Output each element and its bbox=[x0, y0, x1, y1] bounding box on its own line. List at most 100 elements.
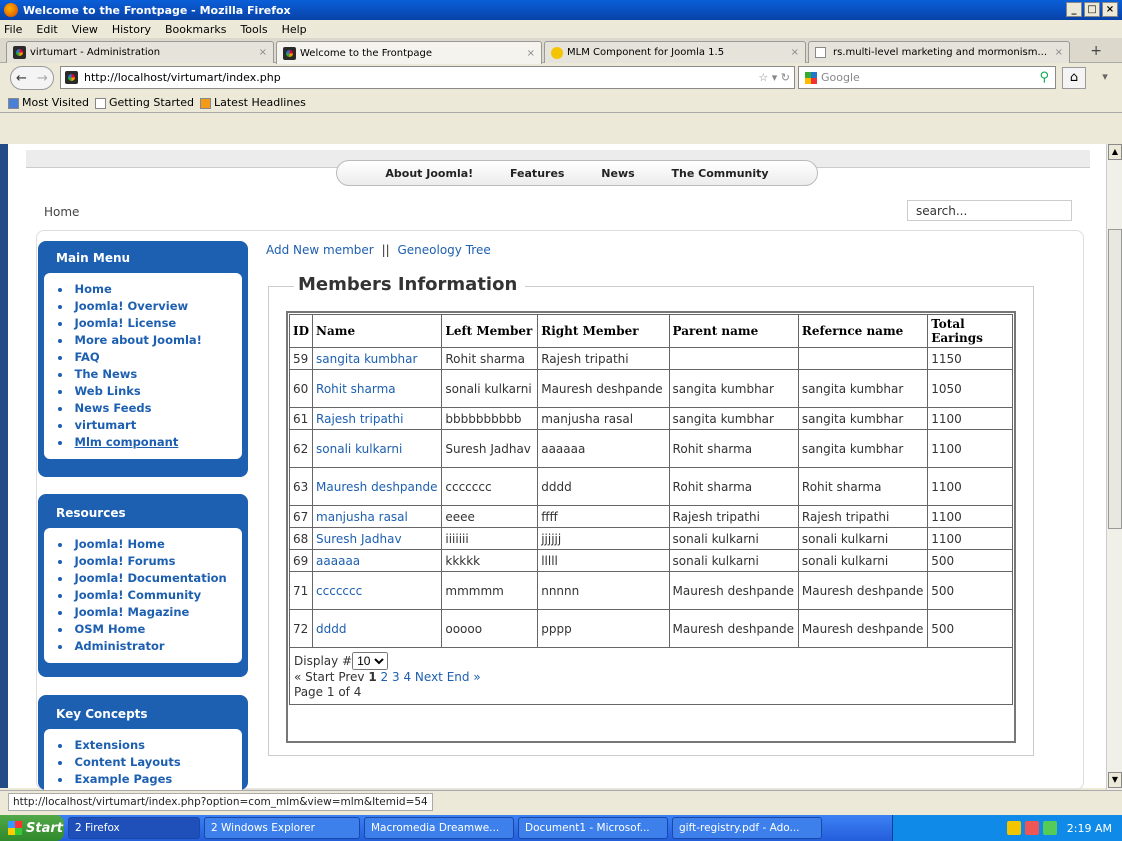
cell-parent-name: Mauresh deshpande bbox=[668, 571, 799, 610]
main-menu-item-the-news[interactable]: The News bbox=[58, 366, 236, 383]
key-concepts-item-extensions[interactable]: Extensions bbox=[58, 737, 236, 754]
member-name-link[interactable]: Suresh Jadhav bbox=[316, 532, 402, 546]
minimize-button[interactable]: _ bbox=[1066, 2, 1082, 17]
bookmark-latest-headlines[interactable]: Latest Headlines bbox=[200, 96, 306, 109]
new-tab-icon[interactable]: + bbox=[1090, 43, 1102, 59]
topmenu-about[interactable]: About Joomla! bbox=[385, 167, 473, 180]
display-count-select[interactable]: 10 bbox=[352, 652, 389, 670]
resources-item-joomla-home[interactable]: Joomla! Home bbox=[58, 536, 236, 553]
menu-tools[interactable]: Tools bbox=[240, 23, 267, 36]
resources-item-administrator[interactable]: Administrator bbox=[58, 638, 236, 655]
tab-mlm-component[interactable]: MLM Component for Joomla 1.5 × bbox=[544, 41, 806, 63]
resources-item-joomla-forums[interactable]: Joomla! Forums bbox=[58, 553, 236, 570]
member-name-link[interactable]: aaaaaa bbox=[316, 554, 360, 568]
close-tab-icon[interactable]: × bbox=[1055, 47, 1063, 58]
tab-frontpage[interactable]: Welcome to the Frontpage × bbox=[276, 41, 542, 64]
scroll-thumb[interactable] bbox=[1108, 229, 1122, 529]
search-icon[interactable]: ⚲ bbox=[1039, 70, 1049, 85]
tray-icon[interactable] bbox=[1024, 821, 1039, 835]
menu-view[interactable]: View bbox=[72, 23, 98, 36]
close-tab-icon[interactable]: × bbox=[791, 47, 799, 58]
main-menu-item-home[interactable]: Home bbox=[58, 281, 236, 298]
start-button[interactable]: Start bbox=[0, 815, 64, 841]
member-name-link[interactable]: Mauresh deshpande bbox=[316, 480, 437, 494]
column-header-id: ID bbox=[288, 314, 314, 348]
bookmark-most-visited[interactable]: Most Visited bbox=[8, 96, 89, 109]
tab-rs-mlm[interactable]: rs.multi-level marketing and mormonism..… bbox=[808, 41, 1070, 63]
cell-right-member: manjusha rasal bbox=[537, 407, 670, 430]
task-dreamweaver[interactable]: Macromedia Dreamwe... bbox=[364, 817, 514, 839]
pager-page-2[interactable]: 2 bbox=[381, 670, 389, 684]
scroll-down-icon[interactable]: ▼ bbox=[1108, 772, 1122, 788]
menu-edit[interactable]: Edit bbox=[36, 23, 57, 36]
cell-parent-name: sangita kumbhar bbox=[668, 369, 799, 408]
member-name-link[interactable]: sonali kulkarni bbox=[316, 442, 402, 456]
task-acrobat[interactable]: gift-registry.pdf - Ado... bbox=[672, 817, 822, 839]
member-name-link[interactable]: dddd bbox=[316, 622, 346, 636]
member-name-link[interactable]: manjusha rasal bbox=[316, 510, 408, 524]
main-menu-item-mlm-componant[interactable]: Mlm componant bbox=[58, 434, 236, 451]
forward-icon[interactable]: → bbox=[37, 71, 48, 86]
main-menu-item-faq[interactable]: FAQ bbox=[58, 349, 236, 366]
main-menu-item-news-feeds[interactable]: News Feeds bbox=[58, 400, 236, 417]
tray-icon[interactable] bbox=[1042, 821, 1057, 835]
menu-history[interactable]: History bbox=[112, 23, 151, 36]
bookmark-getting-started[interactable]: Getting Started bbox=[94, 96, 194, 109]
main-menu-item-joomla-license[interactable]: Joomla! License bbox=[58, 315, 236, 332]
maximize-button[interactable]: □ bbox=[1084, 2, 1100, 17]
close-tab-icon[interactable]: × bbox=[527, 48, 535, 59]
key-concepts-item-example-pages[interactable]: Example Pages bbox=[58, 771, 236, 788]
member-name-link[interactable]: sangita kumbhar bbox=[316, 352, 417, 366]
site-search-input[interactable]: search... bbox=[907, 200, 1072, 221]
pager-next[interactable]: Next bbox=[415, 670, 443, 684]
topmenu-news[interactable]: News bbox=[601, 167, 634, 180]
menu-help[interactable]: Help bbox=[282, 23, 307, 36]
task-explorer[interactable]: 2 Windows Explorer bbox=[204, 817, 360, 839]
resources-item-joomla-documentation[interactable]: Joomla! Documentation bbox=[58, 570, 236, 587]
member-name-link[interactable]: ccccccc bbox=[316, 584, 362, 598]
key-concepts-item-content-layouts[interactable]: Content Layouts bbox=[58, 754, 236, 771]
tab-virtumart-admin[interactable]: virtumart - Administration × bbox=[6, 41, 274, 63]
close-tab-icon[interactable]: × bbox=[259, 47, 267, 58]
menu-file[interactable]: File bbox=[4, 23, 22, 36]
bookmark-star-icon[interactable]: ☆ ▾ ↻ bbox=[758, 71, 790, 84]
cell-parent-name: Mauresh deshpande bbox=[668, 609, 799, 648]
topmenu-features[interactable]: Features bbox=[510, 167, 564, 180]
google-icon bbox=[805, 71, 817, 84]
google-search-box[interactable]: Google ⚲ bbox=[798, 66, 1056, 89]
main-menu-item-virtumart[interactable]: virtumart bbox=[58, 417, 236, 434]
main-menu-item-joomla-overview[interactable]: Joomla! Overview bbox=[58, 298, 236, 315]
menu-bookmarks[interactable]: Bookmarks bbox=[165, 23, 226, 36]
main-menu-item-more-about-joomla[interactable]: More about Joomla! bbox=[58, 332, 236, 349]
pager-page-4[interactable]: 4 bbox=[403, 670, 411, 684]
member-name-link[interactable]: Rohit sharma bbox=[316, 382, 396, 396]
task-word[interactable]: Document1 - Microsof... bbox=[518, 817, 668, 839]
home-icon[interactable]: ⌂ bbox=[1062, 67, 1086, 89]
pager-end[interactable]: End » bbox=[447, 670, 481, 684]
url-text[interactable]: http://localhost/virtumart/index.php bbox=[84, 71, 281, 84]
main-menu-item-web-links[interactable]: Web Links bbox=[58, 383, 236, 400]
task-firefox[interactable]: 2 Firefox bbox=[68, 817, 200, 839]
resources-item-joomla-magazine[interactable]: Joomla! Magazine bbox=[58, 604, 236, 621]
cell-right-member: jjjjjj bbox=[537, 527, 670, 550]
column-header-parent-name: Parent name bbox=[668, 314, 799, 348]
url-bar[interactable]: http://localhost/virtumart/index.php ☆ ▾… bbox=[60, 66, 795, 89]
member-name-link[interactable]: Rajesh tripathi bbox=[316, 412, 403, 426]
back-icon[interactable]: ← bbox=[16, 71, 27, 86]
tray-icon[interactable] bbox=[1006, 821, 1021, 835]
extension-icon[interactable]: ▾ bbox=[1092, 67, 1118, 89]
geneology-tree-link[interactable]: Geneology Tree bbox=[397, 243, 490, 257]
cell-left-member: mmmmm bbox=[441, 571, 539, 610]
navigation-bar: ← → http://localhost/virtumart/index.php… bbox=[0, 63, 1122, 93]
close-button[interactable]: × bbox=[1102, 2, 1118, 17]
top-menu: About Joomla! Features News The Communit… bbox=[336, 160, 818, 186]
cell-name: ccccccc bbox=[312, 571, 443, 610]
resources-item-joomla-community[interactable]: Joomla! Community bbox=[58, 587, 236, 604]
scroll-up-icon[interactable]: ▲ bbox=[1108, 144, 1122, 160]
resources-item-osm-home[interactable]: OSM Home bbox=[58, 621, 236, 638]
topmenu-community[interactable]: The Community bbox=[672, 167, 769, 180]
pager-page-3[interactable]: 3 bbox=[392, 670, 400, 684]
add-member-link[interactable]: Add New member bbox=[266, 243, 374, 257]
back-forward-buttons[interactable]: ← → bbox=[10, 66, 54, 90]
vertical-scrollbar[interactable]: ▲ ▼ bbox=[1106, 144, 1122, 790]
